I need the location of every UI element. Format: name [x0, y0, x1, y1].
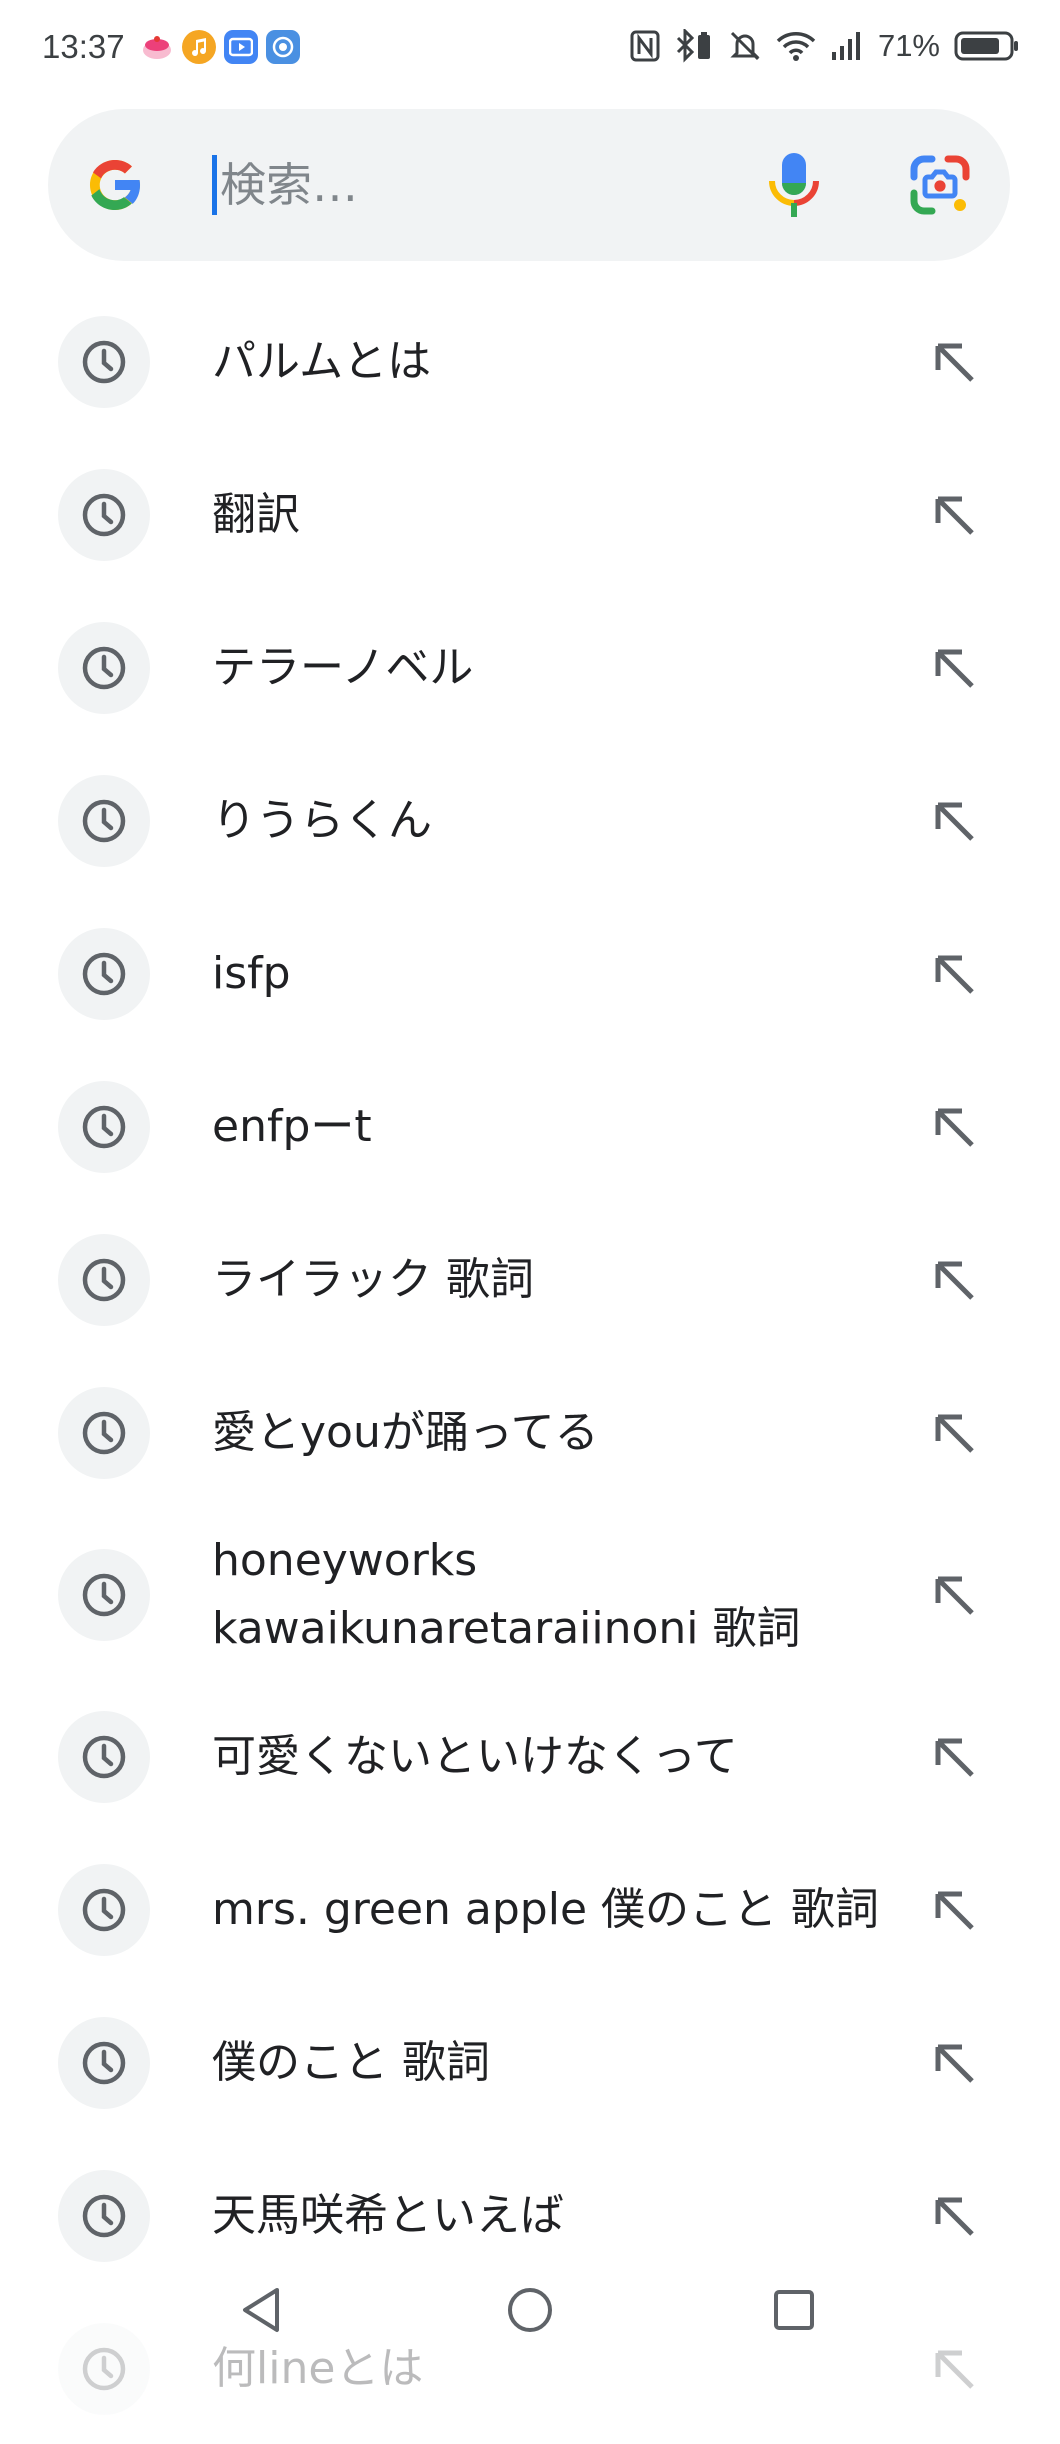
- fill-query-arrow-icon[interactable]: [930, 644, 978, 692]
- suggestion-text-line-2: kawaikunaretaraiinoni 歌詞: [212, 1603, 801, 1654]
- history-clock-icon: [58, 775, 150, 867]
- history-clock-icon: [58, 2017, 150, 2109]
- suggestion-row[interactable]: 僕のこと 歌詞: [0, 1988, 1060, 2138]
- music-app-icon: [182, 30, 216, 64]
- fill-query-arrow-icon[interactable]: [930, 1733, 978, 1781]
- history-clock-icon: [58, 469, 150, 561]
- suggestion-text: 天馬咲希といえば: [212, 2190, 564, 2241]
- history-clock-icon: [58, 928, 150, 1020]
- suggestion-text: 翻訳: [212, 489, 300, 540]
- suggestion-text: 僕のこと 歌詞: [212, 2037, 490, 2088]
- suggestion-row[interactable]: mrs. green apple 僕のこと 歌詞: [0, 1835, 1060, 1985]
- history-clock-icon: [58, 622, 150, 714]
- suggestion-text: honeyworks kawaikunaretaraiinoni 歌詞: [212, 1527, 892, 1663]
- suggestion-text-line-1: honeyworks: [212, 1535, 478, 1586]
- battery-percentage: 71%: [877, 28, 940, 63]
- history-clock-icon: [58, 2170, 150, 2262]
- history-clock-icon: [58, 1234, 150, 1326]
- suggestion-text: ライラック 歌詞: [212, 1254, 534, 1305]
- recents-square-icon: [774, 2290, 814, 2330]
- suggestion-row[interactable]: テラーノベル: [0, 593, 1060, 743]
- back-triangle-icon: [243, 2288, 279, 2332]
- system-status: 71%: [630, 28, 1020, 64]
- nfc-icon: [630, 30, 660, 62]
- history-clock-icon: [58, 1711, 150, 1803]
- fill-query-arrow-icon[interactable]: [930, 797, 978, 845]
- home-button[interactable]: [500, 2280, 560, 2340]
- suggestion-row[interactable]: 翻訳: [0, 440, 1060, 590]
- bluetooth-icon: [676, 29, 710, 63]
- suggestion-text: テラーノベル: [212, 642, 474, 693]
- fill-query-arrow-icon[interactable]: [930, 950, 978, 998]
- suggestion-text: 可愛くないといけなくって: [212, 1731, 738, 1782]
- suggestion-row[interactable]: honeyworks kawaikunaretaraiinoni 歌詞: [0, 1511, 1060, 1679]
- fill-query-arrow-icon[interactable]: [930, 1409, 978, 1457]
- suggestion-text: パルムとは: [212, 336, 432, 387]
- fill-query-arrow-icon[interactable]: [930, 1103, 978, 1151]
- google-logo-icon: [89, 159, 142, 211]
- suggestion-text: 愛とyouが踊ってる: [212, 1407, 599, 1458]
- suggestion-row[interactable]: 可愛くないといけなくって: [0, 1682, 1060, 1832]
- suggestion-row[interactable]: パルムとは: [0, 287, 1060, 437]
- status-bar: 13:37 71%: [0, 0, 1060, 100]
- home-circle-icon: [508, 2288, 552, 2332]
- notification-app-icons: [140, 30, 300, 64]
- fill-query-arrow-icon[interactable]: [930, 491, 978, 539]
- system-navigation-bar: [0, 2260, 1060, 2364]
- fill-query-arrow-icon[interactable]: [930, 2039, 978, 2087]
- history-clock-icon: [58, 1864, 150, 1956]
- google-lens-icon[interactable]: [910, 155, 970, 215]
- fill-query-arrow-icon[interactable]: [930, 1256, 978, 1304]
- fill-query-arrow-icon[interactable]: [930, 1886, 978, 1934]
- fill-query-arrow-icon[interactable]: [930, 2192, 978, 2240]
- search-bar[interactable]: [48, 109, 1010, 261]
- suggestion-row[interactable]: りうらくん: [0, 746, 1060, 896]
- history-clock-icon: [58, 1549, 150, 1641]
- signal-icon: [831, 32, 860, 60]
- status-time: 13:37: [42, 28, 125, 65]
- suggestion-text: りうらくん: [212, 795, 432, 846]
- suggestion-row[interactable]: enfpーt: [0, 1052, 1060, 1202]
- suggestion-row[interactable]: isfp: [0, 899, 1060, 1049]
- search-input[interactable]: [208, 145, 780, 225]
- wifi-icon: [776, 32, 816, 61]
- cake-app-icon: [140, 30, 174, 64]
- suggestion-row[interactable]: 愛とyouが踊ってる: [0, 1358, 1060, 1508]
- fill-query-arrow-icon[interactable]: [930, 1571, 978, 1619]
- suggestion-text: isfp: [212, 948, 291, 999]
- recents-button[interactable]: [764, 2280, 824, 2340]
- back-button[interactable]: [232, 2280, 292, 2340]
- suggestion-text: mrs. green apple 僕のこと 歌詞: [212, 1884, 880, 1935]
- browser-app-icon: [266, 30, 300, 64]
- battery-icon: [954, 31, 1018, 61]
- history-clock-icon: [58, 316, 150, 408]
- microphone-icon[interactable]: [766, 151, 822, 219]
- fill-query-arrow-icon[interactable]: [930, 338, 978, 386]
- video-app-icon: [224, 30, 258, 64]
- history-clock-icon: [58, 1081, 150, 1173]
- history-clock-icon: [58, 1387, 150, 1479]
- suggestion-row[interactable]: ライラック 歌詞: [0, 1205, 1060, 1355]
- mute-icon: [730, 31, 760, 61]
- suggestion-text: enfpーt: [212, 1101, 372, 1152]
